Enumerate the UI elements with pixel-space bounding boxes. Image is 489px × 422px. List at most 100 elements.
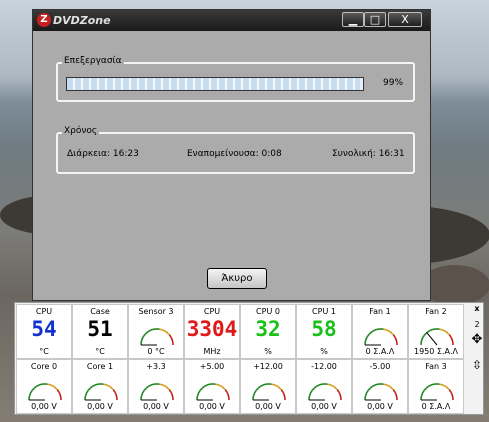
sensor-gauge [140, 328, 174, 346]
remaining-text: Εναπομείνουσα: 0:08 [187, 149, 282, 159]
gauge-arc-red [56, 389, 62, 401]
gauge-arc-orange [439, 383, 450, 391]
gauge-arc-green [196, 383, 216, 401]
sensor-cell: Core 0 0,00 V [16, 359, 72, 414]
sensor-unit: 0,00 V [255, 402, 281, 411]
sensor-cell: +3.3 0,00 V [128, 359, 184, 414]
widget-side-controls: x 2 ✥ ⇳ [470, 303, 484, 414]
sensor-label: Fan 3 [425, 362, 447, 371]
gauge-arc-green [140, 328, 160, 346]
sensor-cell: Fan 3 0 Σ.Α.Λ [408, 359, 464, 414]
sensor-cell: Core 1 0,00 V [72, 359, 128, 414]
sensor-cell: -5.00 0,00 V [352, 359, 408, 414]
sensor-label: Core 1 [86, 362, 114, 371]
sensor-cell: Sensor 3 0 °C [128, 304, 184, 359]
gauge-arc-red [448, 389, 454, 401]
gauge-arc-red [280, 389, 286, 401]
gauge-arc-green [308, 383, 328, 401]
sensor-digital-value: 3304 [186, 317, 238, 341]
sensor-cell: -12.00 0,00 V [296, 359, 352, 414]
gauge-arc-orange [271, 383, 282, 391]
gauge-arc-orange [439, 328, 450, 336]
sensor-unit: 0,00 V [143, 402, 169, 411]
sensor-cell: CPU 3304 MHz [184, 304, 240, 359]
sensor-gauge [196, 383, 230, 401]
gauge-arc-orange [159, 328, 170, 336]
sensor-unit: 0 Σ.Α.Λ [365, 347, 395, 356]
progress-group-label: Επεξεργασία [62, 56, 124, 66]
gauge-arc-green [28, 383, 48, 401]
widget-close-icon[interactable]: x [470, 304, 484, 313]
sensor-cell: Fan 1 0 Σ.Α.Λ [352, 304, 408, 359]
gauge-arc-orange [159, 383, 170, 391]
sensor-unit: % [264, 347, 272, 356]
gauge-arc-orange [103, 383, 114, 391]
gauge-arc-green [364, 328, 384, 346]
gauge-arc-red [168, 334, 174, 346]
sensor-digital-value: 32 [255, 317, 281, 341]
sensor-label: CPU [203, 307, 221, 316]
sensor-cell: CPU 1 58% [296, 304, 352, 359]
sensor-gauge [28, 383, 62, 401]
title-bar[interactable]: Z DVDZone ▁ □ X [33, 10, 430, 31]
sensor-unit: 0,00 V [199, 402, 225, 411]
gauge-arc-red [168, 389, 174, 401]
sensor-cell: CPU 54 °C [16, 304, 72, 359]
sensor-label: +3.3 [146, 362, 166, 371]
gauge-arc-green [364, 383, 384, 401]
sensor-gauge [84, 383, 118, 401]
gauge-arc-green [140, 383, 160, 401]
gauge-arc-green [84, 383, 104, 401]
sensor-label: -5.00 [369, 362, 391, 371]
sensor-unit: % [320, 347, 328, 356]
sensor-label: -12.00 [311, 362, 337, 371]
sensor-cell: CPU 0 32% [240, 304, 296, 359]
sensor-label: +12.00 [253, 362, 283, 371]
sensor-label: CPU 0 [256, 307, 280, 316]
time-group-label: Χρόνος [62, 126, 100, 136]
sensor-unit: °C [95, 347, 105, 356]
progress-bar [66, 77, 364, 91]
sensor-unit: MHz [203, 347, 221, 356]
close-button[interactable]: X [388, 12, 422, 27]
sensor-label: Sensor 3 [138, 307, 174, 316]
window-title: DVDZone [53, 14, 111, 27]
sensor-unit: 0,00 V [87, 402, 113, 411]
widget-move-icon[interactable]: ✥ [470, 332, 484, 347]
sensor-cell: +12.00 0,00 V [240, 359, 296, 414]
gauge-arc-red [392, 389, 398, 401]
gauge-arc-red [448, 334, 454, 346]
sensor-gauge [420, 383, 454, 401]
progress-percent: 99% [383, 78, 404, 88]
widget-scroll-icon[interactable]: ⇳ [470, 358, 484, 372]
progress-dialog: Z DVDZone ▁ □ X Επεξεργασία 99% Χρόνος Δ… [32, 9, 431, 301]
total-text: Συνολική: 16:31 [332, 149, 405, 159]
sensor-gauge [140, 383, 174, 401]
gauge-arc-orange [327, 383, 338, 391]
gauge-arc-orange [383, 328, 394, 336]
sensor-label: CPU 1 [312, 307, 336, 316]
sensor-cell: +5.00 0,00 V [184, 359, 240, 414]
sensor-gauge [252, 383, 286, 401]
time-group: Χρόνος Διάρκεια: 16:23 Εναπομείνουσα: 0:… [56, 126, 415, 174]
minimize-button[interactable]: ▁ [342, 12, 364, 27]
gauge-arc-red [112, 389, 118, 401]
gauge-arc-orange [47, 383, 58, 391]
sensor-unit: °C [39, 347, 49, 356]
gauge-arc-orange [215, 383, 226, 391]
sensor-gauge [364, 328, 398, 346]
sensor-label: Case [90, 307, 110, 316]
gauge-arc-orange [383, 383, 394, 391]
maximize-button[interactable]: □ [364, 12, 386, 27]
sensor-cell: Fan 2 1950 Σ.Α.Λ [408, 304, 464, 359]
duration-text: Διάρκεια: 16:23 [67, 149, 139, 159]
cancel-button[interactable]: Άκυρο [207, 268, 267, 289]
sensor-unit: 0,00 V [367, 402, 393, 411]
progress-bar-fill [67, 78, 361, 90]
sensor-cell: Case 51 °C [72, 304, 128, 359]
sensor-unit: 1950 Σ.Α.Λ [414, 347, 458, 356]
sensor-unit: 0,00 V [311, 402, 337, 411]
sensor-gauge [420, 328, 454, 346]
widget-page-indicator[interactable]: 2 [470, 320, 484, 329]
hardware-monitor-widget: CPU 54 °C Case 51 °C Sensor 30 °C CPU 3304 MHz CPU… [14, 302, 484, 415]
